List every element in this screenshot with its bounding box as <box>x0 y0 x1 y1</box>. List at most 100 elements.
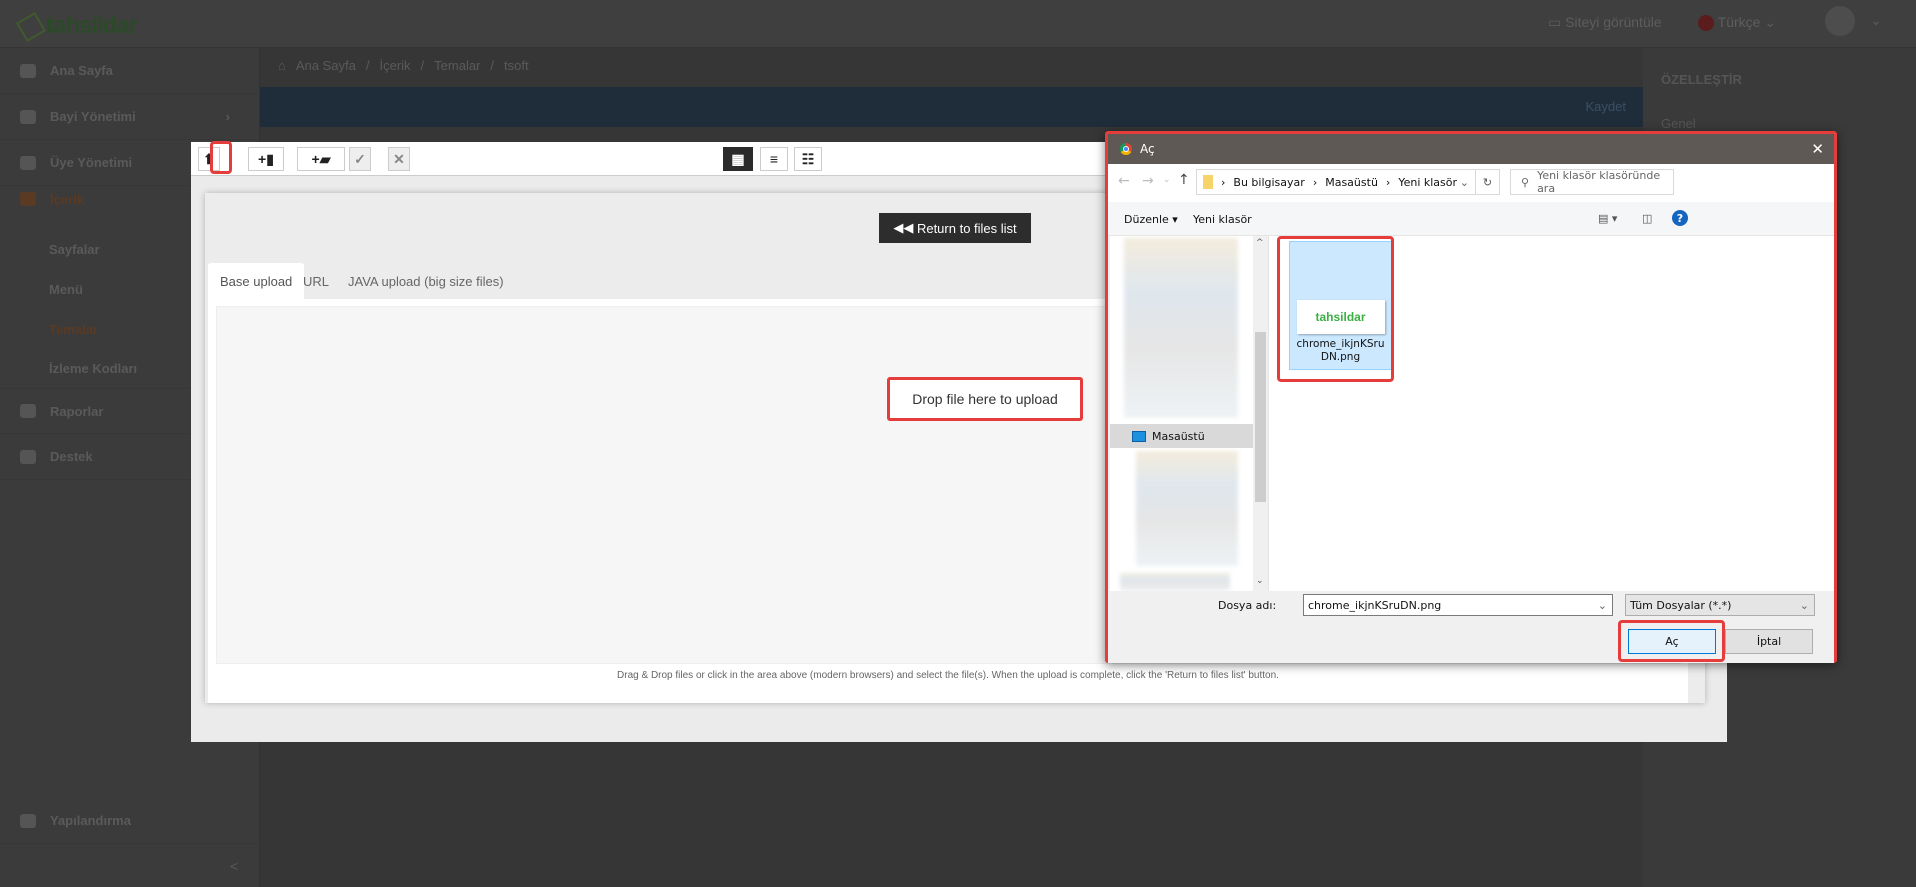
preview-pane-icon[interactable]: ◫ <box>1642 212 1652 225</box>
new-folder-dialog-button[interactable]: Yeni klasör <box>1193 213 1252 226</box>
sidebar-sub-themes[interactable]: Temalar <box>49 322 98 337</box>
scroll-down-icon[interactable]: ⌄ <box>1256 576 1264 586</box>
help-icon[interactable]: ? <box>1672 210 1688 226</box>
breadcrumb-separator: / <box>420 58 425 73</box>
search-icon: ⚲ <box>1521 175 1530 189</box>
clipboard-check-icon: ✓ <box>354 150 366 167</box>
sidebar-item-label: Yapılandırma <box>50 813 131 828</box>
blurred-nav-items <box>1136 451 1238 566</box>
drop-text[interactable]: Drop file here to upload <box>887 377 1083 421</box>
filename-input[interactable]: chrome_ikjnKSruDN.png ⌄ <box>1303 594 1613 616</box>
path-item[interactable]: Yeni klasör <box>1398 176 1457 189</box>
breadcrumb-item[interactable]: İçerik <box>379 58 410 73</box>
chevron-down-icon[interactable]: ⌄ <box>1598 599 1607 612</box>
general-section[interactable]: Genel <box>1661 116 1696 131</box>
view-list-button[interactable]: ≡ <box>760 147 788 171</box>
grid-icon: ▦ <box>731 150 745 167</box>
language-select[interactable]: Türkçe ⌄ <box>1698 14 1776 32</box>
tab-java-upload[interactable]: JAVA upload (big size files) <box>336 263 516 299</box>
top-bar: tahsildar ▭ Siteyi görüntüle Türkçe ⌄ ⌄ <box>0 0 1916 48</box>
chevron-down-icon[interactable]: ⌄ <box>1870 12 1882 29</box>
sidebar-item-settings[interactable]: Yapılandırma <box>0 798 260 844</box>
nav-scrollbar[interactable]: ^ ⌄ <box>1253 236 1268 591</box>
back-icon[interactable]: ← <box>1118 173 1130 189</box>
tab-url[interactable]: URL <box>291 263 341 299</box>
search-input[interactable]: ⚲ Yeni klasör klasöründe ara <box>1510 169 1674 195</box>
new-folder-button[interactable]: +▰ <box>297 147 345 171</box>
path-item[interactable]: Bu bilgisayar <box>1233 176 1304 189</box>
close-icon[interactable]: ✕ <box>1811 140 1824 158</box>
nav-scrollbar-thumb[interactable] <box>1255 332 1266 502</box>
list-icon: ≡ <box>769 151 779 167</box>
refresh-button[interactable]: ↻ <box>1476 169 1500 195</box>
scroll-up-icon[interactable]: ^ <box>1256 238 1264 248</box>
filename-label: Dosya adı: <box>1218 599 1277 612</box>
sidebar-sub-tracking[interactable]: İzleme Kodları <box>49 361 137 376</box>
tab-base-upload[interactable]: Base upload <box>208 263 305 299</box>
path-item[interactable]: Masaüstü <box>1325 176 1378 189</box>
sidebar-item-label: Raporlar <box>50 403 104 419</box>
clear-clipboard-button[interactable]: ✕ <box>388 147 410 171</box>
avatar[interactable] <box>1825 6 1855 36</box>
chart-icon <box>20 404 36 418</box>
desktop-icon <box>1132 430 1146 442</box>
open-file-dialog: Aç ✕ ← → ⌄ ↑ › Bu bilgisayar › Masaüstü › Y… <box>1105 131 1837 663</box>
home-icon[interactable]: ⌂ <box>278 58 286 73</box>
flag-icon <box>1698 15 1714 32</box>
recent-dropdown-icon[interactable]: ⌄ <box>1163 175 1171 185</box>
logo-icon <box>15 11 47 42</box>
customize-title: ÖZELLEŞTİR <box>1661 72 1742 87</box>
dialog-title: Aç <box>1140 142 1155 156</box>
chevron-down-icon: ⌄ <box>1799 598 1809 612</box>
breadcrumb-item[interactable]: Ana Sayfa <box>296 58 356 73</box>
paste-button[interactable]: ✓ <box>349 147 371 171</box>
up-icon[interactable]: ↑ <box>1178 172 1190 188</box>
nav-item-desktop[interactable]: Masaüstü <box>1110 424 1253 448</box>
forward-icon[interactable]: → <box>1142 173 1154 189</box>
organize-label: Düzenle <box>1124 213 1169 226</box>
new-file-button[interactable]: +▮ <box>248 147 284 171</box>
sidebar-item-home[interactable]: Ana Sayfa <box>0 48 260 94</box>
columns-icon: ☷ <box>801 150 815 167</box>
home-icon <box>20 63 36 78</box>
path-separator: › <box>1221 175 1226 189</box>
file-list: tahsildar chrome_ikjnKSruDN.png <box>1268 236 1834 591</box>
save-button[interactable]: Kaydet <box>1586 99 1626 114</box>
chevron-down-icon[interactable]: ⌄ <box>1460 176 1469 189</box>
logo-text: tahsildar <box>46 12 138 39</box>
sidebar-sub-pages[interactable]: Sayfalar <box>49 242 100 257</box>
collapse-sidebar-button[interactable]: < <box>230 858 238 874</box>
sidebar-item-label: Destek <box>50 449 93 464</box>
navigation-pane: Masaüstü <box>1110 236 1253 591</box>
sidebar-item-dealers[interactable]: Bayi Yönetimi › <box>0 94 260 140</box>
blurred-nav-items <box>1120 573 1230 591</box>
address-bar[interactable]: › Bu bilgisayar › Masaüstü › Yeni klasör ⌄ <box>1196 169 1476 195</box>
breadcrumb-item[interactable]: Temalar <box>434 58 480 73</box>
view-columns-button[interactable]: ☷ <box>794 147 822 171</box>
add-folder-icon: +▰ <box>311 150 331 167</box>
refresh-icon: ↻ <box>1482 175 1493 189</box>
chat-icon <box>20 449 36 464</box>
user-icon <box>20 155 36 170</box>
path-separator: › <box>1312 175 1318 189</box>
file-type-select[interactable]: Tüm Dosyalar (*.*) ⌄ <box>1625 594 1815 616</box>
view-grid-button[interactable]: ▦ <box>723 147 753 171</box>
clipboard-x-icon: ✕ <box>393 150 405 167</box>
return-to-files-button[interactable]: ◀◀ Return to files list <box>879 213 1031 243</box>
view-site-link[interactable]: ▭ Siteyi görüntüle <box>1548 14 1662 31</box>
blurred-nav-items <box>1124 238 1238 418</box>
view-options-icon[interactable]: ▤ ▾ <box>1598 212 1617 225</box>
return-label: Return to files list <box>916 220 1017 236</box>
filename-value: chrome_ikjnKSruDN.png <box>1308 598 1442 612</box>
folder-icon <box>1203 175 1213 189</box>
cancel-button[interactable]: İptal <box>1725 629 1813 654</box>
sidebar-item-label: Üye Yönetimi <box>50 155 133 170</box>
sidebar-item-label: İçerik <box>50 191 84 207</box>
view-site-label: Siteyi görüntüle <box>1565 14 1662 30</box>
sidebar-sub-menu[interactable]: Menü <box>49 282 83 297</box>
breadcrumb: ⌂ Ana Sayfa / İçerik / Temalar / tsoft <box>278 58 529 73</box>
organize-menu[interactable]: Düzenle ▾ <box>1124 213 1178 226</box>
pen-icon <box>20 192 36 206</box>
nav-item-label: Masaüstü <box>1152 429 1205 443</box>
logo[interactable]: tahsildar <box>15 11 138 42</box>
